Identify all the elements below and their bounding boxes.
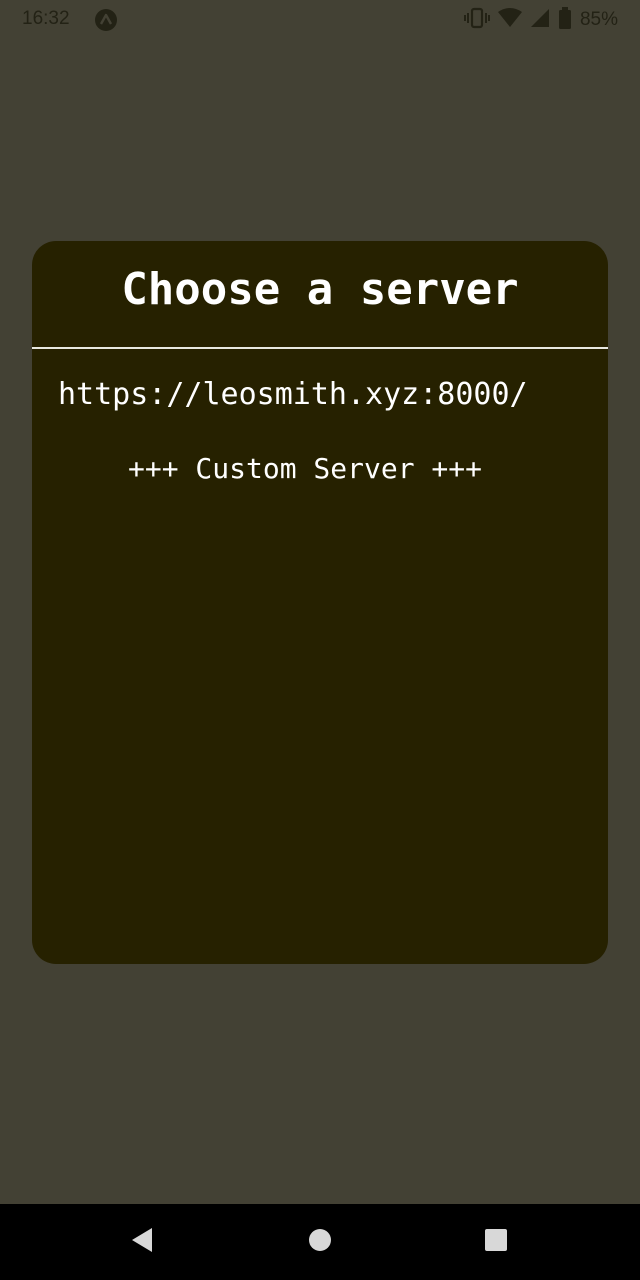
server-dialog [32, 241, 608, 964]
title-divider [32, 347, 608, 349]
battery-percent: 85% [579, 9, 618, 30]
status-bar: 16:32 85% [0, 0, 640, 40]
a-launcher-icon [94, 8, 118, 32]
home-button[interactable] [280, 1204, 360, 1280]
home-circle-icon [308, 1228, 332, 1256]
battery-icon [558, 7, 572, 33]
navigation-bar [0, 1204, 640, 1280]
back-button[interactable] [102, 1204, 182, 1280]
wifi-icon [497, 8, 522, 32]
vibrate-icon [463, 7, 490, 33]
status-icons: 85% [463, 7, 618, 33]
back-triangle-icon [130, 1227, 154, 1257]
custom-server-option[interactable]: +++ Custom Server +++ [0, 448, 610, 490]
recents-square-icon [484, 1228, 508, 1256]
recents-button[interactable] [456, 1204, 536, 1280]
server-option[interactable]: https://leosmith.xyz:8000/ [58, 374, 528, 416]
status-time: 16:32 [22, 8, 70, 29]
dialog-title: Choose a server [121, 264, 519, 315]
signal-icon [530, 8, 550, 32]
